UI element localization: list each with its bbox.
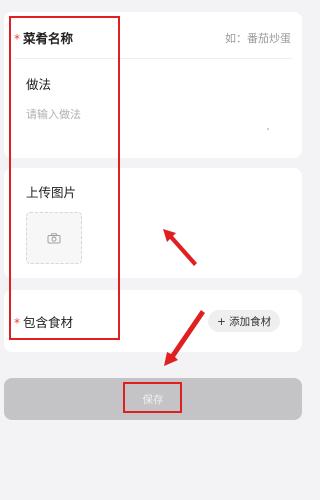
annotation-box-save: [123, 382, 182, 413]
add-ingredient-button[interactable]: + 添加食材: [208, 310, 281, 332]
dish-name-input[interactable]: 如：番茄炒蛋: [225, 30, 291, 46]
annotation-box-form: [9, 16, 120, 340]
textarea-resize-dot: [267, 128, 269, 130]
